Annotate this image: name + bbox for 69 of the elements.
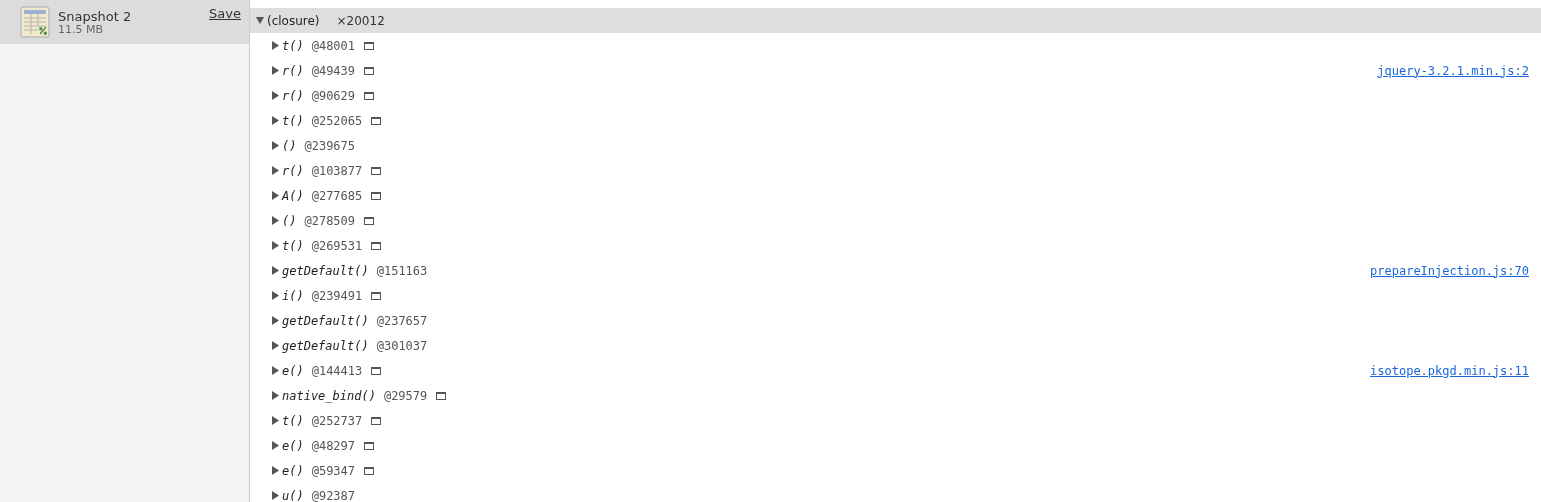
- expand-triangle-icon[interactable]: [271, 441, 279, 450]
- function-name: u(): [282, 488, 304, 502]
- object-id: @48001: [311, 38, 356, 53]
- object-id: @48297: [311, 438, 356, 453]
- object-id: @252065: [311, 113, 363, 128]
- object-id: @277685: [311, 188, 363, 203]
- collapse-triangle-icon[interactable]: [256, 16, 264, 25]
- function-name: native_bind(): [282, 388, 376, 403]
- function-name: t(): [282, 38, 304, 53]
- expand-triangle-icon[interactable]: [271, 41, 279, 50]
- object-id: @103877: [311, 163, 363, 178]
- source-link[interactable]: isotope.pkgd.min.js:11: [1370, 363, 1529, 378]
- constructor-name: (closure): [267, 13, 320, 28]
- expand-triangle-icon[interactable]: [271, 216, 279, 225]
- object-id: @301037: [376, 338, 428, 353]
- expand-triangle-icon[interactable]: [271, 266, 279, 275]
- function-name: getDefault(): [282, 313, 369, 328]
- expand-triangle-icon[interactable]: [271, 66, 279, 75]
- function-name: t(): [282, 113, 304, 128]
- object-id: @239491: [311, 288, 363, 303]
- object-id: @29579: [383, 388, 428, 403]
- function-name: (): [282, 138, 297, 153]
- function-name: e(): [282, 438, 304, 453]
- function-name: e(): [282, 463, 304, 478]
- object-id: @278509: [304, 213, 356, 228]
- expand-triangle-icon[interactable]: [271, 241, 279, 250]
- expand-triangle-icon[interactable]: [271, 91, 279, 100]
- object-id: @151163: [376, 263, 428, 278]
- function-name: r(): [282, 88, 304, 103]
- function-name: t(): [282, 238, 304, 253]
- function-name: i(): [282, 288, 304, 303]
- group-row[interactable]: (closure) ×20012: [250, 8, 1541, 33]
- save-link[interactable]: Save: [209, 6, 241, 21]
- object-id: @252737: [311, 413, 363, 428]
- snapshot-size: 11.5 MB: [58, 23, 104, 36]
- snapshot-title: Snapshot 2: [58, 8, 133, 24]
- expand-triangle-icon[interactable]: [271, 391, 279, 400]
- object-id: @92387: [311, 488, 356, 502]
- expand-triangle-icon[interactable]: [271, 341, 279, 350]
- function-name: getDefault(): [282, 338, 369, 353]
- expand-triangle-icon[interactable]: [271, 166, 279, 175]
- expand-triangle-icon[interactable]: [271, 416, 279, 425]
- source-link[interactable]: jquery-3.2.1.min.js:2: [1377, 63, 1529, 78]
- expand-triangle-icon[interactable]: [271, 116, 279, 125]
- function-name: A(): [282, 188, 304, 203]
- expand-triangle-icon[interactable]: [271, 141, 279, 150]
- function-name: (): [282, 213, 297, 228]
- function-name: r(): [282, 63, 304, 78]
- object-id: @59347: [311, 463, 356, 478]
- expand-triangle-icon[interactable]: [271, 291, 279, 300]
- object-id: @49439: [311, 63, 356, 78]
- snapshot-item[interactable]: Snapshot 2 11.5 MB Save: [0, 0, 249, 44]
- object-id: @269531: [311, 238, 363, 253]
- object-id: @90629: [311, 88, 356, 103]
- spreadsheet-icon: [20, 6, 50, 38]
- function-name: getDefault(): [282, 263, 369, 278]
- expand-triangle-icon[interactable]: [271, 316, 279, 325]
- function-name: r(): [282, 163, 304, 178]
- source-link[interactable]: prepareInjection.js:70: [1370, 263, 1529, 278]
- instance-count: ×20012: [336, 13, 385, 28]
- expand-triangle-icon[interactable]: [271, 191, 279, 200]
- object-id: @144413: [311, 363, 363, 378]
- expand-triangle-icon[interactable]: [271, 491, 279, 500]
- object-id: @239675: [304, 138, 356, 153]
- object-id: @237657: [376, 313, 428, 328]
- function-name: e(): [282, 363, 304, 378]
- expand-triangle-icon[interactable]: [271, 466, 279, 475]
- function-name: t(): [282, 413, 304, 428]
- expand-triangle-icon[interactable]: [271, 366, 279, 375]
